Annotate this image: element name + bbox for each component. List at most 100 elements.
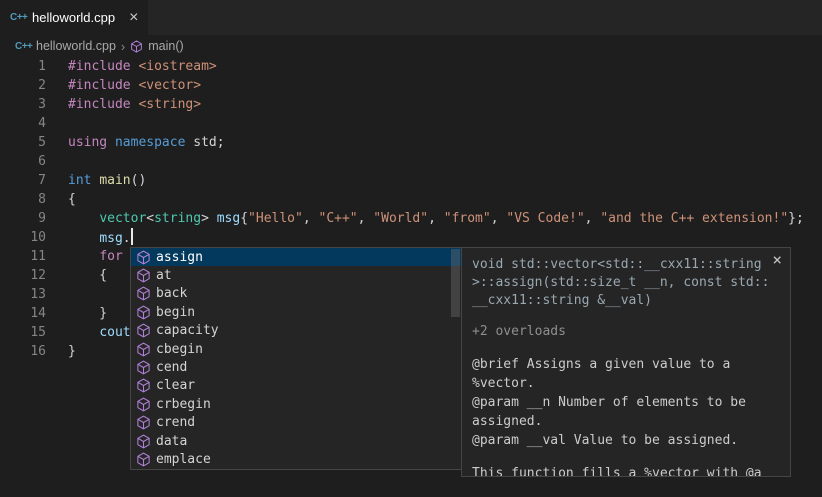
line-number[interactable]: 7 [0, 171, 46, 190]
cpp-file-icon: C++ [10, 12, 26, 23]
code-token: () [131, 173, 147, 188]
docs-signature: void std::vector<std::__cxx11::string >:… [472, 256, 780, 310]
suggest-scrollbar[interactable] [451, 249, 460, 317]
suggestion-item[interactable]: begin [131, 303, 461, 321]
code-token: main [99, 173, 130, 188]
suggestion-list: assignatback begin capacity cbegin cend clear… [130, 247, 462, 470]
suggestion-label: cend [156, 360, 187, 375]
line-number[interactable]: 4 [0, 114, 46, 133]
line-number[interactable]: 8 [0, 190, 46, 209]
method-icon [136, 250, 151, 265]
code-text [46, 152, 68, 171]
line-number[interactable]: 2 [0, 76, 46, 95]
code-text: } [46, 304, 107, 323]
line-number[interactable]: 1 [0, 57, 46, 76]
code-token: , [358, 211, 374, 226]
suggestion-item[interactable]: emplace [131, 450, 461, 468]
breadcrumb-symbol[interactable]: main() [148, 39, 183, 53]
line-number[interactable]: 14 [0, 304, 46, 323]
method-icon [136, 452, 151, 467]
suggestion-label: begin [156, 305, 195, 320]
code-text: #include <iostream> [46, 57, 217, 76]
code-line[interactable]: 7int main() [0, 171, 822, 190]
breadcrumb-file[interactable]: helloworld.cpp [36, 39, 116, 53]
code-text: for [46, 247, 123, 266]
code-editor[interactable]: 1#include <iostream>2#include <vector>3#… [0, 57, 822, 361]
code-token: "and the C++ extension!" [600, 211, 788, 226]
suggestion-item[interactable]: crend [131, 414, 461, 432]
code-text: { [46, 190, 76, 209]
method-icon [136, 397, 151, 412]
suggestion-item[interactable]: clear [131, 377, 461, 395]
code-token: #include [68, 78, 131, 93]
code-line[interactable]: 3#include <string> [0, 95, 822, 114]
line-number[interactable]: 5 [0, 133, 46, 152]
method-icon [136, 323, 151, 338]
docs-line: @brief Assigns a given value to a %vecto… [472, 355, 780, 393]
line-number[interactable]: 16 [0, 342, 46, 361]
code-line[interactable]: 2#include <vector> [0, 76, 822, 95]
tab-bar: C++ helloworld.cpp × [0, 0, 822, 35]
code-text [46, 114, 68, 133]
code-token: "VS Code!" [506, 211, 584, 226]
code-line[interactable]: 9 vector<string> msg{"Hello", "C++", "Wo… [0, 209, 822, 228]
code-line[interactable]: 1#include <iostream> [0, 57, 822, 76]
suggestion-item[interactable]: data [131, 432, 461, 450]
tab-helloworld[interactable]: C++ helloworld.cpp × [0, 0, 148, 35]
line-number[interactable]: 12 [0, 266, 46, 285]
code-token [107, 135, 115, 150]
tab-close-icon[interactable]: × [129, 10, 138, 26]
line-number[interactable]: 3 [0, 95, 46, 114]
suggestion-label: capacity [156, 323, 219, 338]
method-icon [136, 360, 151, 375]
suggestion-item[interactable]: cbegin [131, 340, 461, 358]
code-token: <string> [138, 97, 201, 112]
code-token: vector [99, 211, 146, 226]
method-icon [136, 434, 151, 449]
suggestion-item[interactable]: at [131, 266, 461, 284]
code-token: "C++" [319, 211, 358, 226]
tab-title: helloworld.cpp [32, 10, 115, 25]
code-line[interactable]: 6 [0, 152, 822, 171]
suggestion-item[interactable]: back [131, 285, 461, 303]
code-line[interactable]: 5using namespace std; [0, 133, 822, 152]
line-number[interactable]: 13 [0, 285, 46, 304]
code-text [46, 285, 68, 304]
code-token: > [201, 211, 217, 226]
code-token: < [146, 211, 154, 226]
suggestion-item[interactable]: cend [131, 358, 461, 376]
close-icon[interactable]: × [772, 250, 782, 269]
code-token: for [99, 249, 122, 264]
suggestion-item[interactable]: crbegin [131, 395, 461, 413]
docs-line: @param __n Number of elements to be assi… [472, 393, 780, 431]
suggestion-label: assign [156, 250, 203, 265]
code-token: , [585, 211, 601, 226]
suggestion-item[interactable]: assign [131, 248, 461, 266]
breadcrumb-separator-icon: › [121, 39, 125, 54]
line-number[interactable]: 10 [0, 228, 46, 247]
code-line[interactable]: 10 msg. [0, 228, 822, 247]
code-token [68, 325, 99, 340]
suggestion-docs-panel: × void std::vector<std::__cxx11::string … [461, 247, 791, 477]
method-icon [136, 268, 151, 283]
code-text: #include <vector> [46, 76, 201, 95]
text-cursor [131, 228, 133, 245]
code-text: #include <string> [46, 95, 201, 114]
code-token: } [68, 306, 107, 321]
docs-body: This function fills a %vector with @a __… [472, 464, 780, 477]
code-line[interactable]: 8{ [0, 190, 822, 209]
docs-lines: @brief Assigns a given value to a %vecto… [472, 355, 780, 450]
suggestion-label: emplace [156, 452, 211, 467]
code-token: , [303, 211, 319, 226]
code-token [68, 249, 99, 264]
code-token: }; [788, 211, 804, 226]
line-number[interactable]: 9 [0, 209, 46, 228]
line-number[interactable]: 11 [0, 247, 46, 266]
code-token: using [68, 135, 107, 150]
line-number[interactable]: 15 [0, 323, 46, 342]
docs-overloads: +2 overloads [472, 324, 780, 339]
line-number[interactable]: 6 [0, 152, 46, 171]
code-line[interactable]: 4 [0, 114, 822, 133]
code-text: { [46, 266, 107, 285]
suggestion-item[interactable]: capacity [131, 322, 461, 340]
